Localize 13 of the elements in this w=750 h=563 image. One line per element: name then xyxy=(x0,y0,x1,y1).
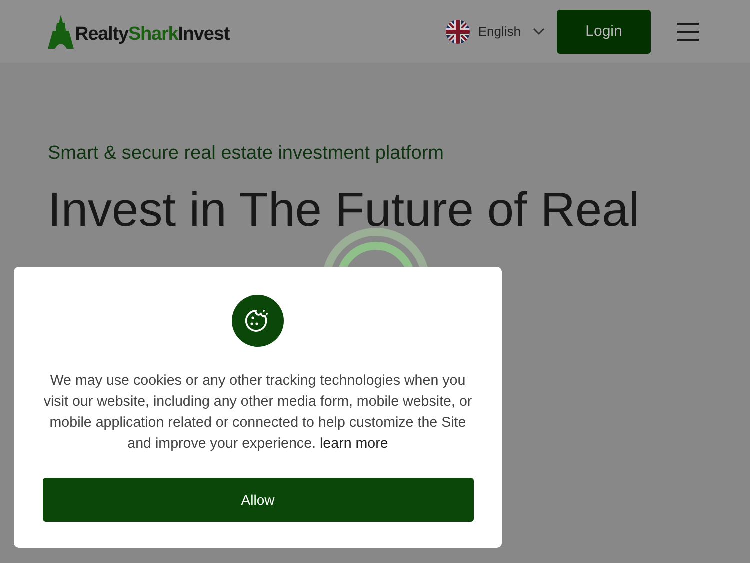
cookie-icon xyxy=(232,295,284,347)
flag-icon xyxy=(446,20,470,44)
allow-button[interactable]: Allow xyxy=(42,478,474,522)
language-selector[interactable]: English xyxy=(478,24,545,39)
logo-text[interactable]: RealtySharkInvest xyxy=(75,24,230,46)
menu-icon[interactable] xyxy=(677,22,699,40)
tower-icon xyxy=(48,14,74,48)
login-button[interactable]: Login xyxy=(557,10,651,54)
chevron-down-icon xyxy=(533,28,545,36)
learn-more-link[interactable]: learn more xyxy=(320,436,388,452)
hero-heading: Invest in The Future of Real xyxy=(48,183,640,239)
tagline: Smart & secure real estate investment platform xyxy=(48,143,445,165)
cookie-message: We may use cookies or any other tracking technologies when you visit our website, including any other media form, mobile website, or mobile application related or connected to help customize the Site and improve your experience. learn more xyxy=(42,372,474,454)
